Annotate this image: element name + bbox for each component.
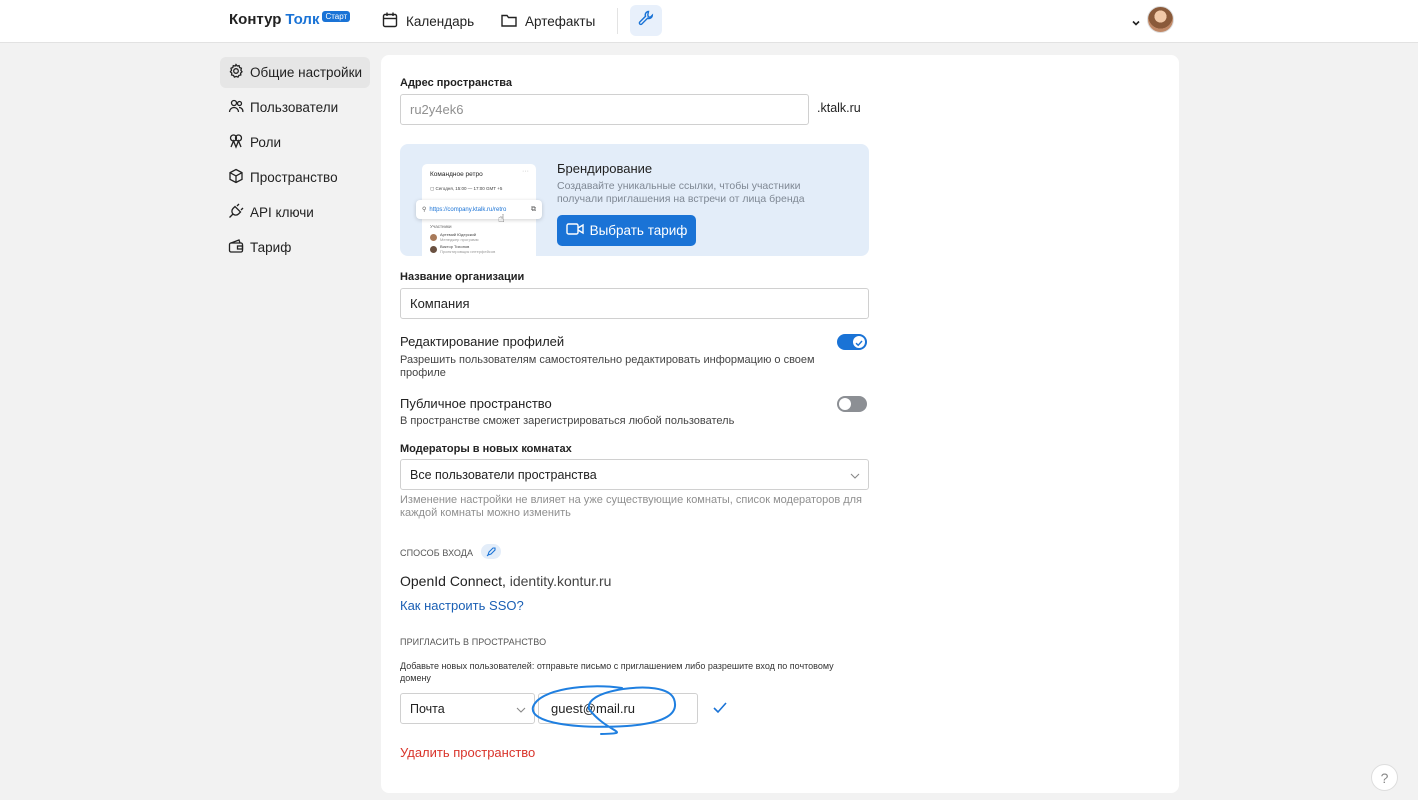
- sidebar-item-label: Роли: [250, 135, 282, 150]
- mock-link-text: https://company.ktalk.ru/retro: [429, 206, 507, 213]
- mock-time: ▢ Сегодня, 15:00 — 17:00 GMT +5: [430, 186, 503, 191]
- public-space-desc: В пространстве сможет зарегистрироваться…: [400, 415, 735, 427]
- address-label: Адрес пространства: [400, 77, 512, 89]
- invite-type-selected: Почта: [410, 701, 445, 716]
- moderators-selected: Все пользователи пространства: [410, 467, 597, 482]
- wrench-icon: [637, 9, 655, 32]
- org-name-label: Название организации: [400, 271, 525, 283]
- delete-space-link[interactable]: Удалить пространство: [400, 745, 535, 760]
- users-icon: [228, 98, 244, 117]
- logo-accent-text: Толк: [285, 11, 320, 28]
- mock-person-1: Артемий Юдерский Менеджер программ: [430, 232, 479, 242]
- public-space-toggle[interactable]: [837, 396, 867, 412]
- profile-edit-title: Редактирование профилей: [400, 334, 565, 349]
- moderators-label: Модераторы в новых комнатах: [400, 443, 572, 455]
- moderators-hint: Изменение настройки не влияет на уже сущ…: [400, 494, 863, 519]
- nav-calendar[interactable]: Календарь: [381, 10, 474, 32]
- sidebar-item-users[interactable]: Пользователи: [220, 92, 370, 123]
- mock-person-2: Виктор Тихонов Проектировщик интерфейсов: [430, 244, 496, 254]
- sidebar-item-label: Общие настройки: [250, 65, 363, 80]
- copy-icon: ⧉: [531, 205, 536, 213]
- folder-icon: [500, 11, 518, 32]
- rocket-icon: [481, 544, 501, 559]
- toggle-knob: [839, 398, 851, 410]
- sidebar-item-api-keys[interactable]: API ключи: [220, 197, 370, 228]
- login-method-name: OpenId Connect,: [400, 573, 506, 589]
- address-suffix: .ktalk.ru: [817, 101, 861, 115]
- confirm-check-icon[interactable]: [712, 701, 728, 720]
- sidebar-item-space[interactable]: Пространство: [220, 162, 370, 193]
- login-provider: identity.kontur.ru: [509, 573, 612, 589]
- invite-caption: ПРИГЛАСИТЬ В ПРОСТРАНСТВО: [400, 637, 547, 647]
- chevron-down-icon: [516, 704, 526, 714]
- public-space-title: Публичное пространство: [400, 396, 552, 411]
- user-avatar[interactable]: [1147, 6, 1174, 33]
- invite-type-select[interactable]: Почта: [400, 693, 535, 724]
- handdrawn-circle-annotation: [531, 685, 677, 735]
- address-value: ru2y4ek6: [410, 102, 464, 117]
- choose-tariff-label: Выбрать тариф: [589, 223, 688, 238]
- mock-person1-role: Менеджер программ: [440, 236, 479, 242]
- app-logo[interactable]: Контур Толк Старт: [229, 11, 351, 28]
- toggle-knob: [853, 336, 865, 348]
- address-input[interactable]: ru2y4ek6: [400, 94, 809, 125]
- sso-help-link[interactable]: Как настроить SSO?: [400, 598, 524, 613]
- cube-icon: [228, 168, 244, 187]
- profile-edit-desc: Разрешить пользователям самостоятельно р…: [400, 354, 815, 379]
- chevron-down-icon[interactable]: [1131, 15, 1141, 26]
- help-button[interactable]: ?: [1371, 764, 1398, 791]
- logo-main-text: Контур: [229, 11, 282, 28]
- sidebar-item-general[interactable]: Общие настройки: [220, 57, 370, 88]
- plug-icon: [228, 203, 244, 222]
- mock-link-chip: ⚲ https://company.ktalk.ru/retro ⧉: [416, 200, 542, 219]
- roles-icon: [228, 133, 244, 152]
- mock-participants: Участники: [430, 224, 452, 229]
- promo-text: Создавайте уникальные ссылки, чтобы учас…: [557, 180, 805, 205]
- sidebar-item-roles[interactable]: Роли: [220, 127, 370, 158]
- moderators-select[interactable]: Все пользователи пространства: [400, 459, 869, 490]
- nav-artifacts-label: Артефакты: [525, 13, 596, 29]
- sidebar-item-label: Пользователи: [250, 100, 339, 115]
- top-header: Контур Толк Старт Календарь Артефакты: [0, 0, 1418, 43]
- nav-divider: [617, 8, 618, 34]
- mock-person2-role: Проектировщик интерфейсов: [440, 248, 496, 254]
- sidebar-item-label: Тариф: [250, 240, 292, 255]
- plan-badge: Старт: [322, 11, 351, 22]
- login-method: OpenId Connect, identity.kontur.ru: [400, 573, 611, 589]
- calendar-icon: [381, 11, 399, 32]
- mock-title: Командное ретро: [430, 171, 483, 178]
- promo-title: Брендирование: [557, 161, 653, 176]
- help-label: ?: [1380, 769, 1389, 786]
- choose-tariff-button[interactable]: Выбрать тариф: [557, 215, 696, 246]
- more-icon: ···: [522, 168, 529, 175]
- org-name-input[interactable]: Компания: [400, 288, 869, 319]
- branding-promo: Командное ретро ··· ▢ Сегодня, 15:00 — 1…: [400, 144, 869, 256]
- login-method-caption: СПОСОБ ВХОДА: [400, 548, 474, 558]
- nav-artifacts[interactable]: Артефакты: [500, 10, 595, 32]
- settings-tools-button[interactable]: [630, 5, 662, 36]
- sidebar-item-tariff[interactable]: Тариф: [220, 232, 370, 263]
- org-name-value: Компания: [410, 296, 470, 311]
- sidebar-item-label: Пространство: [250, 170, 338, 185]
- cursor-icon: ☝: [498, 213, 505, 225]
- avatar: [430, 246, 437, 253]
- profile-edit-toggle[interactable]: [837, 334, 867, 350]
- wallet-icon: [228, 238, 244, 257]
- avatar: [430, 234, 437, 241]
- chevron-down-icon: [850, 470, 860, 480]
- sidebar-item-label: API ключи: [250, 205, 314, 220]
- video-icon: [565, 222, 584, 239]
- link-icon: ⚲: [422, 207, 427, 213]
- gear-icon: [228, 63, 244, 82]
- nav-calendar-label: Календарь: [406, 13, 475, 29]
